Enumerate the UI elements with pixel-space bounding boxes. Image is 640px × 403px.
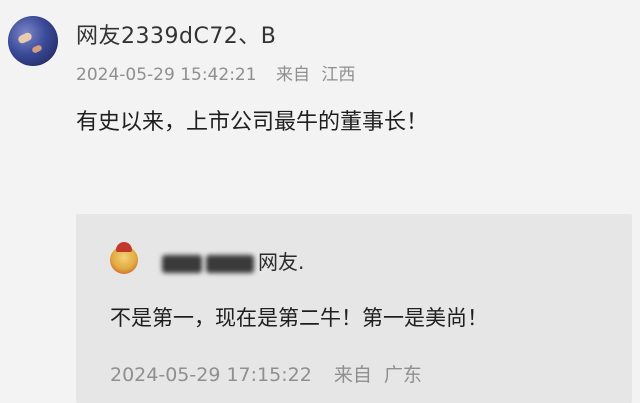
reply-text: 不是第一，现在是第二牛！第一是美尚！ <box>110 306 488 330</box>
comment-item: 网友2339dC72、B 2024-05-29 15:42:21 来自 江西 有… <box>0 0 640 403</box>
reply-avatar[interactable] <box>110 242 138 274</box>
reply-timestamp: 2024-05-29 17:15:22 <box>110 364 312 386</box>
reply-meta: 2024-05-29 17:15:22 来自 广东 <box>110 360 438 387</box>
comment-location: 江西 <box>321 65 356 85</box>
comment-text: 有史以来，上市公司最牛的董事长！ <box>76 110 429 135</box>
reply-username-suffix: 网友. <box>258 250 305 274</box>
user-avatar[interactable] <box>8 16 58 66</box>
reply-location: 广东 <box>383 364 422 386</box>
reply-from-label: 来自 <box>333 364 372 386</box>
avatar-decoration <box>31 44 43 54</box>
avatar-decoration <box>16 31 34 45</box>
redacted-name-block <box>206 254 254 273</box>
comment-username[interactable]: 网友2339dC72、B <box>76 18 276 50</box>
comment-timestamp: 2024-05-29 15:42:21 <box>76 65 257 85</box>
reply-username[interactable]: 网友. <box>162 246 304 275</box>
redacted-name-block <box>162 254 202 273</box>
comment-from-label: 来自 <box>275 65 310 85</box>
reply-box[interactable]: 网友. 不是第一，现在是第二牛！第一是美尚！ 2024-05-29 17:15:… <box>76 214 632 403</box>
comment-meta: 2024-05-29 15:42:21 来自 江西 <box>76 60 369 85</box>
